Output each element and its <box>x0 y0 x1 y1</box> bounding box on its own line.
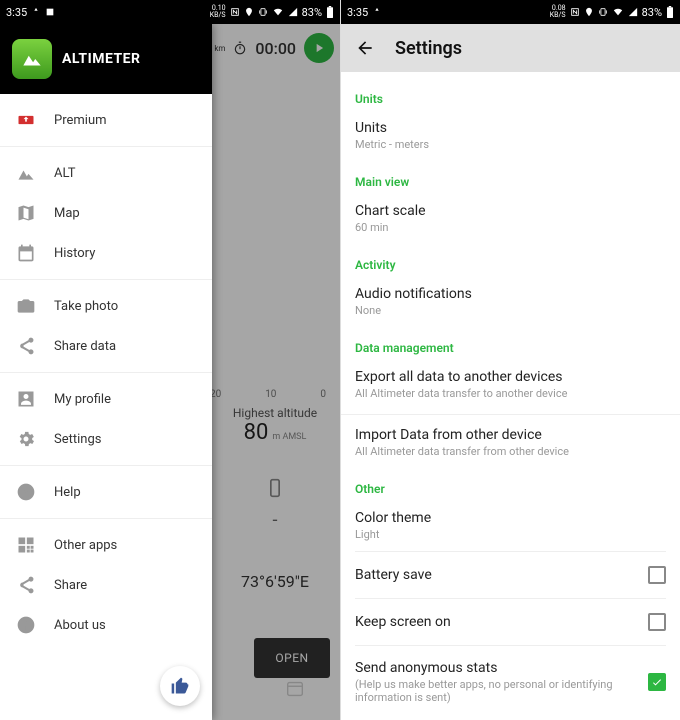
section-data-management: Data management <box>355 341 666 355</box>
divider <box>0 279 212 280</box>
drawer-item-share[interactable]: Share <box>0 565 212 605</box>
section-activity: Activity <box>355 258 666 272</box>
drawer-item-settings[interactable]: Settings <box>0 419 212 459</box>
drawer-item-other-apps[interactable]: Other apps <box>0 525 212 565</box>
divider <box>0 372 212 373</box>
status-icon <box>45 7 55 17</box>
divider <box>0 465 212 466</box>
pref-export-data[interactable]: Export all data to another devices All A… <box>355 361 666 410</box>
drawer-item-share-data[interactable]: Share data <box>0 326 212 366</box>
like-button[interactable] <box>160 666 200 706</box>
divider <box>0 146 212 147</box>
pref-chart-scale[interactable]: Chart scale 60 min <box>355 195 666 244</box>
pref-keep-screen-on[interactable]: Keep screen on <box>355 598 666 645</box>
history-icon <box>16 243 36 263</box>
location-icon <box>584 7 594 17</box>
map-icon <box>16 203 36 223</box>
section-other: Other <box>355 482 666 496</box>
back-icon[interactable] <box>355 38 375 58</box>
section-mainview: Main view <box>355 175 666 189</box>
drawer-item-label: Share data <box>54 339 116 354</box>
settings-body[interactable]: Units Units Metric - meters Main view Ch… <box>341 72 680 720</box>
location-icon <box>244 7 254 17</box>
battery-icon <box>666 6 674 18</box>
status-netspeed: 0.08KB/S <box>550 5 566 19</box>
status-time: 3:35 <box>6 6 27 19</box>
page-title: Settings <box>395 38 462 59</box>
pref-units[interactable]: Units Metric - meters <box>355 112 666 161</box>
battery-icon <box>326 6 334 18</box>
drawer-item-label: Take photo <box>54 299 118 314</box>
drawer-header: ALTIMETER <box>0 24 212 94</box>
wifi-icon <box>612 7 624 17</box>
pref-color-theme[interactable]: Color theme Light <box>355 502 666 551</box>
status-bar: 3:35 0.08KB/S 83% <box>341 0 680 24</box>
drawer-item-label: Other apps <box>54 538 117 553</box>
apps-icon <box>16 535 36 555</box>
checkbox-battery-save[interactable] <box>648 566 666 584</box>
divider <box>0 518 212 519</box>
nfc-icon <box>570 7 580 17</box>
drawer-item-about-us[interactable]: About us <box>0 605 212 645</box>
drawer-item-help[interactable]: Help <box>0 472 212 512</box>
vibrate-icon <box>258 7 268 17</box>
drawer-item-map[interactable]: Map <box>0 193 212 233</box>
status-battery-pct: 83% <box>302 6 322 19</box>
drawer-item-label: Map <box>54 206 80 221</box>
drawer-item-label: About us <box>54 618 106 633</box>
help-icon <box>16 482 36 502</box>
pref-battery-save[interactable]: Battery save <box>355 551 666 598</box>
wifi-icon <box>272 7 284 17</box>
drawer-item-label: Premium <box>54 113 107 128</box>
status-netspeed: 0.10KB/S <box>210 5 226 19</box>
signal-icon <box>288 7 298 17</box>
drawer-item-label: Help <box>54 485 81 500</box>
drawer-item-label: Share <box>54 578 87 593</box>
drawer-item-label: ALT <box>54 166 76 181</box>
share-icon <box>16 336 36 356</box>
pref-import-data[interactable]: Import Data from other device All Altime… <box>355 419 666 468</box>
checkbox-keep-screen-on[interactable] <box>648 613 666 631</box>
premium-icon <box>16 110 36 130</box>
drawer-item-label: My profile <box>54 392 111 407</box>
drawer-item-alt[interactable]: ALT <box>0 153 212 193</box>
drawer-item-label: History <box>54 246 95 261</box>
drawer-item-premium[interactable]: Premium <box>0 100 212 140</box>
status-icon <box>372 7 382 17</box>
gear-icon <box>16 429 36 449</box>
signal-icon <box>628 7 638 17</box>
drawer-item-label: Settings <box>54 432 101 447</box>
status-icon <box>31 7 41 17</box>
info-icon <box>16 615 36 635</box>
nfc-icon <box>230 7 240 17</box>
checkbox-anonymous-stats[interactable] <box>648 673 666 691</box>
pref-anonymous-stats[interactable]: Send anonymous stats (Help us make bette… <box>355 645 666 718</box>
left-screenshot: 3:35 0.10KB/S 83% 0 / km 00:00 <box>0 0 340 720</box>
profile-icon <box>16 389 36 409</box>
status-time: 3:35 <box>347 6 368 19</box>
status-battery-pct: 83% <box>642 6 662 19</box>
app-title: ALTIMETER <box>62 51 140 67</box>
section-units: Units <box>355 92 666 106</box>
vibrate-icon <box>598 7 608 17</box>
pref-audio-notifications[interactable]: Audio notifications None <box>355 278 666 327</box>
drawer-item-my-profile[interactable]: My profile <box>0 379 212 419</box>
drawer-item-take-photo[interactable]: Take photo <box>0 286 212 326</box>
settings-header: Settings <box>341 24 680 72</box>
alt-icon <box>16 163 36 183</box>
app-icon <box>12 39 52 79</box>
drawer-list: Premium ALT Map History Take photo Share data… <box>0 94 212 720</box>
share-icon <box>16 575 36 595</box>
camera-icon <box>16 296 36 316</box>
right-screenshot: 3:35 0.08KB/S 83% Settings Units Units M… <box>340 0 680 720</box>
status-bar: 3:35 0.10KB/S 83% <box>0 0 340 24</box>
drawer-item-history[interactable]: History <box>0 233 212 273</box>
navigation-drawer: ALTIMETER Premium ALT Map History Take photo… <box>0 24 212 720</box>
